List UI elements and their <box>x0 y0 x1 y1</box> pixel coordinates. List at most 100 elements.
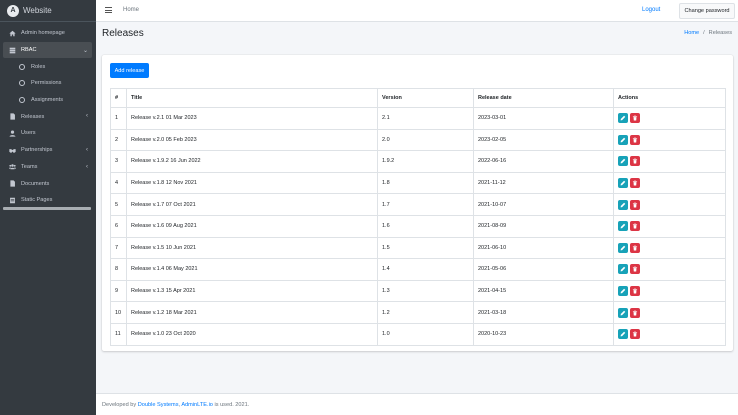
trash-icon <box>632 180 638 186</box>
cell-version: 1.4 <box>377 258 474 281</box>
trash-icon <box>632 137 638 143</box>
sidebar-item-teams[interactable]: Teams ‹ <box>3 159 92 176</box>
delete-button[interactable] <box>630 156 640 167</box>
table-row: 5 Release v.1.7 07 Oct 2021 1.7 2021-10-07 <box>110 193 726 216</box>
chevron-left-icon: ‹ <box>86 113 88 120</box>
pencil-icon <box>620 266 626 272</box>
edit-button[interactable] <box>618 134 628 145</box>
delete-button[interactable] <box>630 286 640 297</box>
page-icon <box>8 196 16 204</box>
cell-number: 11 <box>110 322 127 346</box>
change-password-button[interactable]: Change password <box>679 3 735 19</box>
edit-button[interactable] <box>618 286 628 297</box>
pencil-icon <box>620 223 626 229</box>
sidebar-item-label: Permissions <box>31 80 62 87</box>
sidebar-item-users[interactable]: Users <box>3 125 92 142</box>
pencil-icon <box>620 331 626 337</box>
sidebar-item-documents[interactable]: Documents <box>3 175 92 192</box>
breadcrumb-home-link[interactable]: Home <box>684 30 699 36</box>
chevron-left-icon: ‹ <box>86 146 88 153</box>
edit-button[interactable] <box>618 329 628 340</box>
row-actions <box>618 199 725 210</box>
chevron-down-icon: ⌄ <box>82 47 88 54</box>
sidebar-item-label: RBAC <box>21 47 37 54</box>
edit-button[interactable] <box>618 264 628 275</box>
cell-release-date: 2021-05-06 <box>473 258 614 281</box>
users-icon <box>8 163 16 171</box>
breadcrumb-current: Releases <box>708 30 732 36</box>
add-release-button[interactable]: Add release <box>110 63 149 78</box>
edit-button[interactable] <box>618 221 628 232</box>
cell-actions <box>613 236 726 260</box>
cell-release-date: 2021-03-18 <box>473 301 614 324</box>
hamburger-menu-icon[interactable] <box>105 7 112 13</box>
row-actions <box>618 264 725 275</box>
footer-double-systems-link[interactable]: Double Systems <box>138 402 179 408</box>
server-icon <box>8 46 16 54</box>
sidebar-item-assignments[interactable]: Assignments <box>3 92 92 109</box>
edit-button[interactable] <box>618 113 628 124</box>
sidebar-item-partnerships[interactable]: Partnerships ‹ <box>3 142 92 159</box>
sidebar-item-releases[interactable]: Releases ‹ <box>3 108 92 125</box>
home-icon <box>8 29 16 37</box>
cell-actions <box>613 322 726 346</box>
table-row: 1 Release v.2.1 01 Mar 2023 2.1 2023-03-01 <box>110 107 726 130</box>
sidebar-item-permissions[interactable]: Permissions <box>3 75 92 92</box>
delete-button[interactable] <box>630 113 640 124</box>
cell-actions <box>613 214 726 238</box>
delete-button[interactable] <box>630 134 640 145</box>
row-actions <box>618 113 725 124</box>
releases-table: # Title Version Release date Actions 1 Re… <box>110 88 726 346</box>
cell-release-date: 2021-08-09 <box>473 214 614 238</box>
delete-button[interactable] <box>630 178 640 189</box>
cell-actions <box>613 258 726 281</box>
sidebar-item-label: Users <box>21 130 36 137</box>
cell-release-date: 2021-11-12 <box>473 171 614 195</box>
delete-button[interactable] <box>630 242 640 253</box>
top-home-link[interactable]: Home <box>123 7 139 13</box>
cell-version: 1.2 <box>377 301 474 324</box>
delete-button[interactable] <box>630 264 640 275</box>
brand-name: Website <box>23 6 52 15</box>
row-actions <box>618 221 725 232</box>
edit-button[interactable] <box>618 307 628 318</box>
row-actions <box>618 156 725 167</box>
sidebar-item-roles[interactable]: Roles <box>3 58 92 75</box>
cell-version: 1.5 <box>377 236 474 260</box>
column-header-release-date: Release date <box>473 88 614 108</box>
handshake-icon <box>8 146 16 154</box>
table-row: 11 Release v.1.0 23 Oct 2020 1.0 2020-10-23 <box>110 322 726 346</box>
table-body: 1 Release v.2.1 01 Mar 2023 2.1 2023-03-01 2… <box>110 107 726 346</box>
edit-button[interactable] <box>618 199 628 210</box>
cell-version: 1.7 <box>377 193 474 216</box>
column-header-version: Version <box>377 88 474 108</box>
delete-button[interactable] <box>630 221 640 232</box>
brand-link[interactable]: A Website <box>0 0 96 22</box>
sidebar-scrollbar[interactable] <box>3 207 91 210</box>
sidebar-item-admin-homepage[interactable]: Admin homepage <box>3 25 92 42</box>
footer-suffix: is used. 2021. <box>212 402 250 408</box>
cell-title: Release v.2.0 05 Feb 2023 <box>126 128 378 152</box>
edit-button[interactable] <box>618 178 628 189</box>
delete-button[interactable] <box>630 199 640 210</box>
delete-button[interactable] <box>630 307 640 318</box>
logout-link[interactable]: Logout <box>642 7 660 13</box>
trash-icon <box>632 310 638 316</box>
sidebar-item-label: Partnerships <box>21 147 53 154</box>
trash-icon <box>632 266 638 272</box>
cell-release-date: 2023-02-05 <box>473 128 614 152</box>
footer-adminlte-link[interactable]: AdminLTE.io <box>181 402 213 408</box>
cell-version: 1.0 <box>377 322 474 346</box>
table-row: 10 Release v.1.2 18 Mar 2021 1.2 2021-03-18 <box>110 301 726 324</box>
edit-button[interactable] <box>618 242 628 253</box>
delete-button[interactable] <box>630 329 640 340</box>
sidebar-item-rbac[interactable]: RBAC ⌄ <box>3 41 92 59</box>
circle-icon <box>19 80 25 87</box>
trash-icon <box>632 115 638 121</box>
edit-button[interactable] <box>618 156 628 167</box>
cell-number: 4 <box>110 171 127 195</box>
sidebar-item-label: Releases <box>21 113 45 120</box>
column-header-actions: Actions <box>613 88 726 108</box>
sidebar-nav: Admin homepage RBAC ⌄ Roles Permissions … <box>0 22 96 209</box>
row-actions <box>618 178 725 189</box>
